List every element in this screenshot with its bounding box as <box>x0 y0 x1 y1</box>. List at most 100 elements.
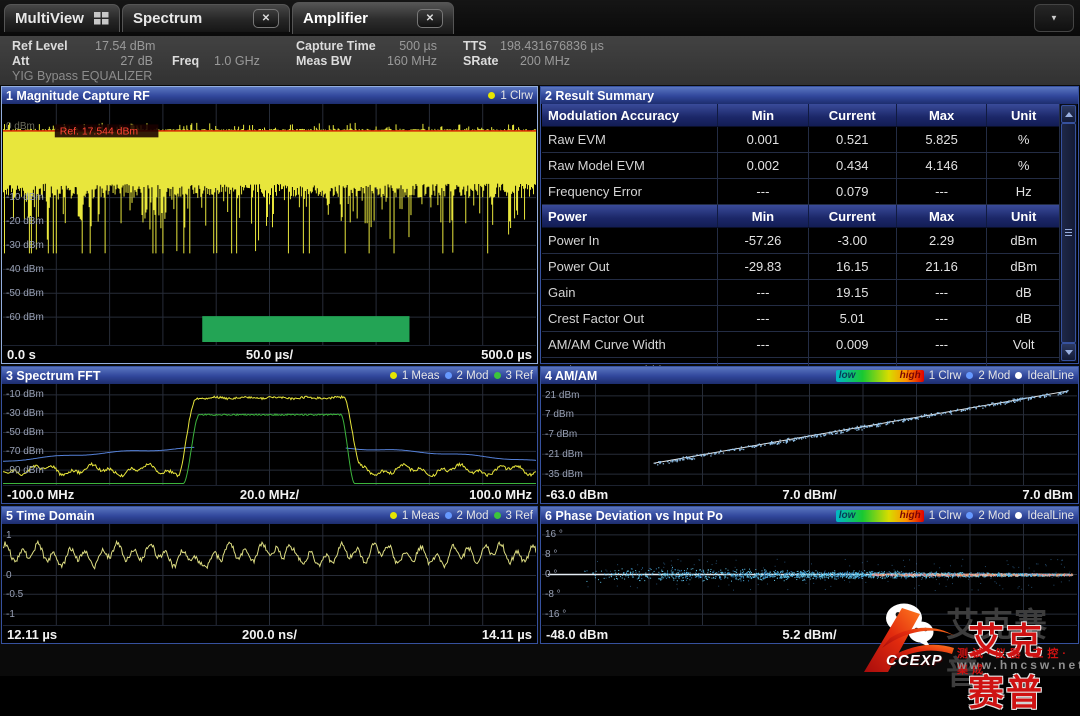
table-row[interactable]: Power In-57.26-3.002.29dBm <box>542 228 1060 254</box>
table-row[interactable]: Raw Model EVM0.0020.4344.146% <box>542 153 1060 179</box>
tab-amplifier[interactable]: Amplifier ✕ <box>292 2 454 34</box>
row-value: --- <box>897 306 988 331</box>
column-header: Unit <box>987 205 1060 227</box>
srate-value[interactable]: 200 MHz <box>480 55 570 68</box>
legend-dot <box>1015 512 1022 519</box>
legend-dot <box>488 92 495 99</box>
freq-value[interactable]: 1.0 GHz <box>214 55 260 68</box>
capture-time-label: Capture Time <box>296 40 376 53</box>
window-result-summary-header[interactable]: 2 Result Summary <box>541 87 1078 104</box>
row-name: AM/AM Curve Width <box>542 332 718 357</box>
am-am-x-axis: -63.0 dBm 7.0 dBm/ 7.0 dBm <box>542 485 1077 502</box>
y-axis-label: -90 dBm <box>6 466 44 476</box>
freq-label: Freq <box>172 55 199 68</box>
row-value: -29.83 <box>718 254 809 279</box>
column-header: Current <box>809 205 897 227</box>
legend-dot <box>966 512 973 519</box>
meas-bw-value[interactable]: 160 MHz <box>380 55 437 68</box>
row-value: 16.15 <box>809 254 897 279</box>
window-am-am-header[interactable]: 4 AM/AM lowhigh1 Clrw2 ModIdealLine <box>541 367 1078 384</box>
y-axis-label: 21 dBm <box>545 391 579 401</box>
row-name: Raw Model EVM <box>542 153 718 178</box>
window-spectrum-fft-header[interactable]: 3 Spectrum FFT 1 Meas2 Mod3 Ref <box>2 367 537 384</box>
legend-label: 1 Clrw <box>929 510 962 522</box>
y-axis-label: -16 ° <box>545 610 566 620</box>
tab-overflow-button[interactable]: ▼ <box>1034 4 1074 32</box>
legend-dot <box>966 372 973 379</box>
legend-dot <box>390 512 397 519</box>
watermark-tagline: 测试·仪器·工控·集成 <box>957 645 1080 677</box>
close-icon[interactable]: ✕ <box>417 9 443 28</box>
legend-label: 1 Meas <box>402 510 440 522</box>
capture-time-value[interactable]: 500 µs <box>380 40 437 53</box>
row-name: Raw EVM <box>542 127 718 152</box>
window-am-am: 4 AM/AM lowhigh1 Clrw2 ModIdealLine 21 d… <box>540 366 1079 504</box>
result-summary-table: Modulation AccuracyMinCurrentMaxUnitRaw … <box>542 104 1060 362</box>
y-axis-label: -70 dBm <box>6 447 44 457</box>
row-value: --- <box>718 332 809 357</box>
legend-label: 2 Mod <box>978 510 1010 522</box>
row-value: --- <box>718 179 809 204</box>
scale-low-label: low <box>839 510 856 521</box>
y-axis-label: -21 dBm <box>545 450 583 460</box>
row-value: dB <box>987 280 1060 305</box>
trace-legend: 1 Meas2 Mod3 Ref <box>390 510 533 522</box>
row-value: 5.01 <box>809 306 897 331</box>
window-title: 5 Time Domain <box>6 509 95 523</box>
row-value: % <box>987 127 1060 152</box>
scroll-down-button[interactable] <box>1061 343 1076 361</box>
scrollbar-handle[interactable] <box>1061 123 1076 343</box>
legend-label: 1 Meas <box>402 370 440 382</box>
yig-bypass-status: YIG Bypass EQUALIZER <box>12 70 152 83</box>
tab-multiview[interactable]: MultiView <box>4 4 120 32</box>
y-axis-label: -50 dBm <box>6 289 44 299</box>
y-axis-label: -8 ° <box>545 590 561 600</box>
row-name: Gain <box>542 280 718 305</box>
table-row[interactable]: Crest Factor Out---5.01---dB <box>542 306 1060 332</box>
row-value: 0.079 <box>809 179 897 204</box>
y-axis-label: -7 dBm <box>545 430 577 440</box>
trace-legend: lowhigh1 Clrw2 ModIdealLine <box>836 510 1074 522</box>
y-axis-label: -20 dBm <box>6 217 44 227</box>
tts-value[interactable]: 198.431676836 µs <box>500 40 604 53</box>
legend-dot <box>494 512 501 519</box>
table-row[interactable]: Frequency Error---0.079---Hz <box>542 179 1060 205</box>
y-axis-label: -10 dBm <box>6 193 44 203</box>
row-value: 21.16 <box>897 254 988 279</box>
tab-spectrum-label: Spectrum <box>133 10 202 27</box>
window-phase-deviation: 6 Phase Deviation vs Input Po lowhigh1 C… <box>540 506 1079 644</box>
window-title: 1 Magnitude Capture RF <box>6 89 150 103</box>
y-axis-label: -50 dBm <box>6 428 44 438</box>
y-axis-label: -30 dBm <box>6 241 44 251</box>
table-scrollbar[interactable] <box>1059 104 1077 362</box>
row-value: -57.26 <box>718 228 809 253</box>
phase-deviation-x-axis: -48.0 dBm 5.2 dBm/ <box>542 625 1077 642</box>
y-axis-label: -35 dBm <box>545 470 583 480</box>
tab-spectrum[interactable]: Spectrum ✕ <box>122 4 290 32</box>
row-name: Frequency Error <box>542 179 718 204</box>
table-row[interactable]: Raw EVM0.0010.5215.825% <box>542 127 1060 153</box>
scroll-up-button[interactable] <box>1061 105 1076 123</box>
row-value: 0.009 <box>809 332 897 357</box>
legend-dot <box>445 512 452 519</box>
row-value: 5.825 <box>897 127 988 152</box>
tab-amplifier-label: Amplifier <box>303 10 368 27</box>
table-row[interactable]: Gain---19.15---dB <box>542 280 1060 306</box>
close-icon[interactable]: ✕ <box>253 9 279 28</box>
trace-legend: 1 Clrw <box>488 90 533 102</box>
window-phase-deviation-header[interactable]: 6 Phase Deviation vs Input Po lowhigh1 C… <box>541 507 1078 524</box>
legend-label: 1 Clrw <box>929 370 962 382</box>
svg-text:Ref. 17.544 dBm: Ref. 17.544 dBm <box>60 126 138 137</box>
spectrum-fft-plot: -10 dBm-30 dBm-50 dBm-70 dBm-90 dBm <box>3 384 536 485</box>
window-magnitude-capture-header[interactable]: 1 Magnitude Capture RF 1 Clrw <box>2 87 537 104</box>
table-row[interactable]: Power Out-29.8316.1521.16dBm <box>542 254 1060 280</box>
att-value[interactable]: 27 dB <box>95 55 153 68</box>
grip-icon <box>1065 229 1072 238</box>
window-time-domain-header[interactable]: 5 Time Domain 1 Meas2 Mod3 Ref <box>2 507 537 524</box>
table-section-header: PowerMinCurrentMaxUnit <box>542 205 1060 228</box>
column-header: Max <box>897 205 988 227</box>
table-row[interactable]: AM/AM Curve Width---0.009---Volt <box>542 332 1060 358</box>
color-scale-low-high: lowhigh <box>836 370 924 382</box>
ref-level-value[interactable]: 17.54 dBm <box>95 40 155 53</box>
y-axis-label: 1 <box>6 531 12 541</box>
